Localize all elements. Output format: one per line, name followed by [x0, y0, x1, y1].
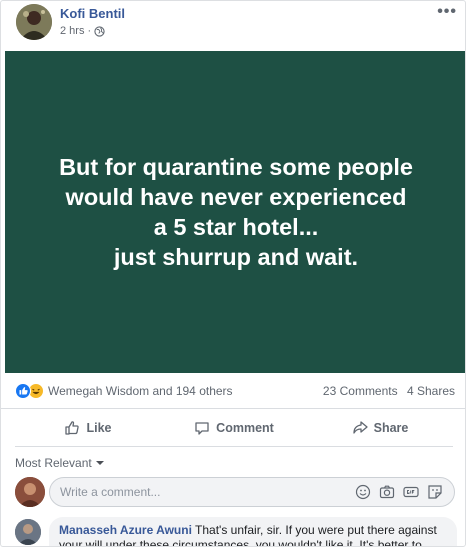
author-avatar[interactable]	[16, 4, 52, 40]
post-time[interactable]: 2 hrs	[60, 25, 84, 37]
author-name[interactable]: Kofi Bentil	[60, 6, 125, 21]
sort-label: Most Relevant	[15, 456, 92, 470]
comment-label: Comment	[216, 420, 274, 435]
thumbs-up-icon	[65, 420, 80, 435]
post-card: Kofi Bentil 2 hrs · ••• But for quaranti…	[0, 0, 466, 547]
reactions-summary[interactable]: Wemegah Wisdom and 194 others	[15, 383, 233, 399]
banner-line: would have never experienced	[65, 184, 407, 210]
banner-text: But for quarantine some people would hav…	[59, 152, 413, 272]
comment-item: Manasseh Azure Awuni That's unfair, sir.…	[15, 517, 457, 546]
like-button[interactable]: Like	[15, 412, 161, 444]
comment-button[interactable]: Comment	[161, 412, 307, 444]
comment-bubble: Manasseh Azure Awuni That's unfair, sir.…	[49, 517, 457, 546]
composer-icons	[355, 484, 443, 500]
shares-count[interactable]: 4 Shares	[407, 384, 455, 398]
meta-separator: ·	[87, 25, 92, 37]
gif-icon[interactable]	[403, 484, 419, 500]
comment-icon	[195, 421, 209, 435]
sticker-icon[interactable]	[427, 484, 443, 500]
globe-icon[interactable]	[94, 25, 105, 37]
comment-composer	[15, 477, 457, 509]
chevron-down-icon	[95, 461, 104, 465]
banner-line: just shurrup and wait.	[113, 244, 359, 270]
like-label: Like	[86, 420, 112, 435]
post-stats: Wemegah Wisdom and 194 others 23 Comment…	[1, 373, 465, 409]
commenter-avatar[interactable]	[15, 519, 41, 545]
share-button[interactable]: Share	[307, 412, 453, 444]
user-avatar[interactable]	[15, 477, 45, 507]
share-icon	[352, 420, 368, 434]
commenter-name[interactable]: Manasseh Azure Awuni	[59, 523, 192, 537]
post-actions: Like Comment Share	[15, 409, 453, 447]
like-reaction-icon	[15, 383, 31, 399]
post-header: Kofi Bentil 2 hrs · •••	[1, 1, 465, 51]
emoji-icon[interactable]	[355, 484, 371, 500]
post-meta: 2 hrs ·	[60, 25, 105, 37]
more-options-icon[interactable]: •••	[437, 3, 457, 21]
banner-line: But for quarantine some people	[59, 154, 413, 180]
engagement-counts: 23 Comments 4 Shares	[323, 384, 455, 398]
comments-count[interactable]: 23 Comments	[323, 384, 398, 398]
camera-icon[interactable]	[379, 484, 395, 500]
share-label: Share	[373, 420, 409, 435]
banner-line: a 5 star hotel...	[153, 214, 319, 240]
post-banner: But for quarantine some people would hav…	[5, 51, 465, 373]
comment-sort-dropdown[interactable]: Most Relevant	[15, 456, 104, 470]
reactors-text[interactable]: Wemegah Wisdom and 194 others	[48, 384, 233, 398]
